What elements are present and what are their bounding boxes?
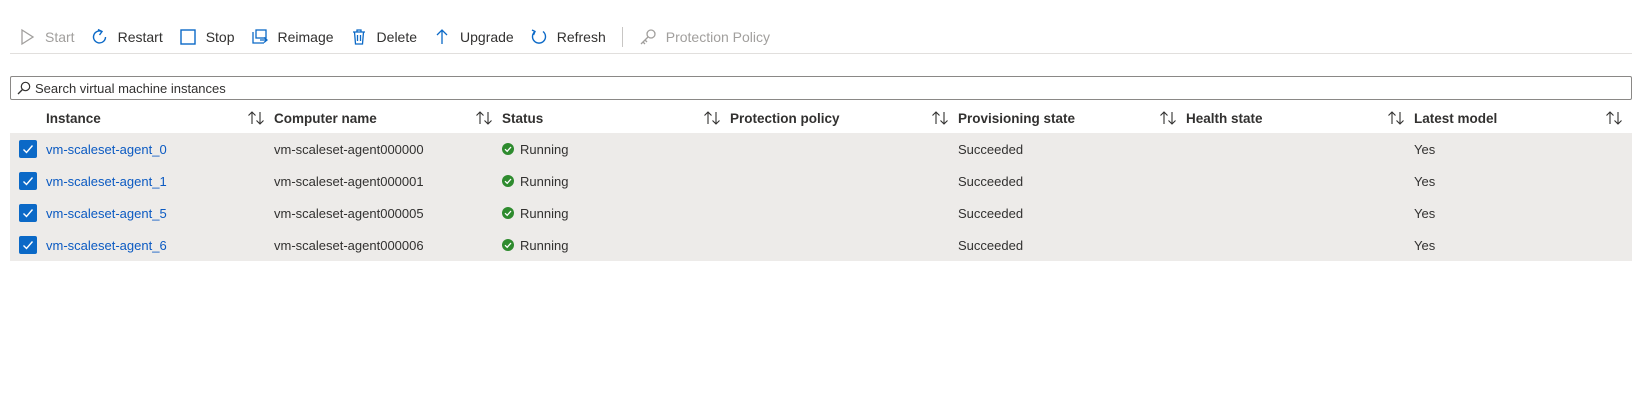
instance-link[interactable]: vm-scaleset-agent_0 bbox=[46, 142, 274, 157]
sort-icon[interactable] bbox=[1386, 110, 1406, 126]
key-icon bbox=[640, 28, 656, 44]
sort-icon[interactable] bbox=[474, 110, 494, 126]
row-checkbox[interactable] bbox=[19, 204, 37, 222]
start-button[interactable]: Start bbox=[10, 20, 83, 54]
restart-icon bbox=[92, 28, 106, 44]
status-text: Running bbox=[520, 141, 569, 157]
latest-model-cell: Yes bbox=[1414, 205, 1436, 221]
status-text: Running bbox=[520, 205, 569, 221]
column-header-computer-name[interactable]: Computer name bbox=[274, 110, 502, 126]
search-input[interactable] bbox=[35, 78, 1631, 98]
table-row[interactable]: vm-scaleset-agent_1 vm-scaleset-agent000… bbox=[10, 165, 1632, 197]
stop-label: Stop bbox=[205, 28, 235, 45]
check-circle-icon bbox=[502, 175, 514, 187]
refresh-label: Refresh bbox=[556, 28, 606, 45]
instance-link[interactable]: vm-scaleset-agent_1 bbox=[46, 174, 274, 189]
play-icon bbox=[21, 28, 35, 45]
provisioning-state-cell: Succeeded bbox=[958, 173, 1024, 189]
table-row[interactable]: vm-scaleset-agent_6 vm-scaleset-agent000… bbox=[10, 229, 1632, 261]
sort-icon[interactable] bbox=[246, 110, 266, 126]
row-check-cell bbox=[10, 236, 46, 254]
checkmark-icon bbox=[23, 209, 34, 218]
computer-name-cell: vm-scaleset-agent000005 bbox=[274, 205, 424, 221]
search-icon bbox=[17, 81, 31, 95]
row-checkbox[interactable] bbox=[19, 236, 37, 254]
status-cell: Running bbox=[502, 174, 730, 189]
stop-icon bbox=[180, 28, 196, 45]
command-bar: Start Restart Stop Reimage Delete Upgrad… bbox=[10, 20, 1632, 54]
restart-button[interactable]: Restart bbox=[83, 20, 171, 54]
sort-icon[interactable] bbox=[1158, 110, 1178, 126]
refresh-button[interactable]: Refresh bbox=[522, 20, 614, 54]
checkmark-icon bbox=[23, 241, 34, 250]
row-check-cell bbox=[10, 172, 46, 190]
reimage-label: Reimage bbox=[277, 28, 334, 45]
grid-header: Instance Computer name Status Protection… bbox=[10, 103, 1632, 133]
upgrade-button[interactable]: Upgrade bbox=[425, 20, 522, 54]
table-row[interactable]: vm-scaleset-agent_0 vm-scaleset-agent000… bbox=[10, 133, 1632, 165]
sort-icon[interactable] bbox=[930, 110, 950, 126]
toolbar-separator bbox=[621, 26, 623, 47]
latest-model-cell: Yes bbox=[1414, 237, 1436, 253]
restart-label: Restart bbox=[117, 28, 163, 45]
computer-name-cell: vm-scaleset-agent000001 bbox=[274, 173, 424, 189]
row-check-cell bbox=[10, 204, 46, 222]
column-header-protection-policy[interactable]: Protection policy bbox=[730, 110, 958, 126]
delete-button[interactable]: Delete bbox=[342, 20, 425, 54]
check-circle-icon bbox=[502, 207, 514, 219]
checkmark-icon bbox=[23, 177, 34, 186]
column-header-health-state[interactable]: Health state bbox=[1186, 110, 1414, 126]
check-circle-icon bbox=[502, 239, 514, 251]
provisioning-state-cell: Succeeded bbox=[958, 141, 1024, 157]
computer-name-cell: vm-scaleset-agent000000 bbox=[274, 141, 424, 157]
provisioning-state-cell: Succeeded bbox=[958, 205, 1024, 221]
stop-button[interactable]: Stop bbox=[171, 20, 243, 54]
table-row[interactable]: vm-scaleset-agent_5 vm-scaleset-agent000… bbox=[10, 197, 1632, 229]
arrow-up-icon bbox=[436, 28, 448, 44]
computer-name-cell: vm-scaleset-agent000006 bbox=[274, 237, 424, 253]
sort-icon[interactable] bbox=[702, 110, 722, 126]
status-text: Running bbox=[520, 237, 569, 253]
provisioning-state-cell: Succeeded bbox=[958, 237, 1024, 253]
delete-label: Delete bbox=[376, 28, 418, 45]
start-label: Start bbox=[45, 28, 75, 45]
column-header-instance[interactable]: Instance bbox=[46, 110, 274, 126]
column-header-latest-model[interactable]: Latest model bbox=[1414, 110, 1632, 126]
column-header-provisioning-state[interactable]: Provisioning state bbox=[958, 110, 1186, 126]
row-checkbox[interactable] bbox=[19, 172, 37, 190]
sort-icon[interactable] bbox=[1604, 110, 1624, 126]
row-check-cell bbox=[10, 140, 46, 158]
status-cell: Running bbox=[502, 206, 730, 221]
status-text: Running bbox=[520, 173, 569, 189]
instances-grid: Instance Computer name Status Protection… bbox=[10, 103, 1632, 261]
reimage-icon bbox=[251, 28, 268, 44]
column-header-status[interactable]: Status bbox=[502, 110, 730, 126]
instance-link[interactable]: vm-scaleset-agent_5 bbox=[46, 206, 274, 221]
latest-model-cell: Yes bbox=[1414, 141, 1436, 157]
status-cell: Running bbox=[502, 142, 730, 157]
protection-policy-button[interactable]: Protection Policy bbox=[631, 20, 778, 54]
check-circle-icon bbox=[502, 143, 514, 155]
instance-link[interactable]: vm-scaleset-agent_6 bbox=[46, 238, 274, 253]
trash-icon bbox=[352, 28, 365, 45]
protection-policy-label: Protection Policy bbox=[665, 28, 771, 45]
upgrade-label: Upgrade bbox=[460, 28, 514, 45]
vmss-instances-page: Start Restart Stop Reimage Delete Upgrad… bbox=[0, 0, 1644, 401]
row-checkbox[interactable] bbox=[19, 140, 37, 158]
search-box[interactable] bbox=[10, 76, 1632, 100]
status-cell: Running bbox=[502, 238, 730, 253]
checkmark-icon bbox=[23, 145, 34, 154]
refresh-icon bbox=[531, 28, 546, 44]
reimage-button[interactable]: Reimage bbox=[243, 20, 342, 54]
latest-model-cell: Yes bbox=[1414, 173, 1436, 189]
